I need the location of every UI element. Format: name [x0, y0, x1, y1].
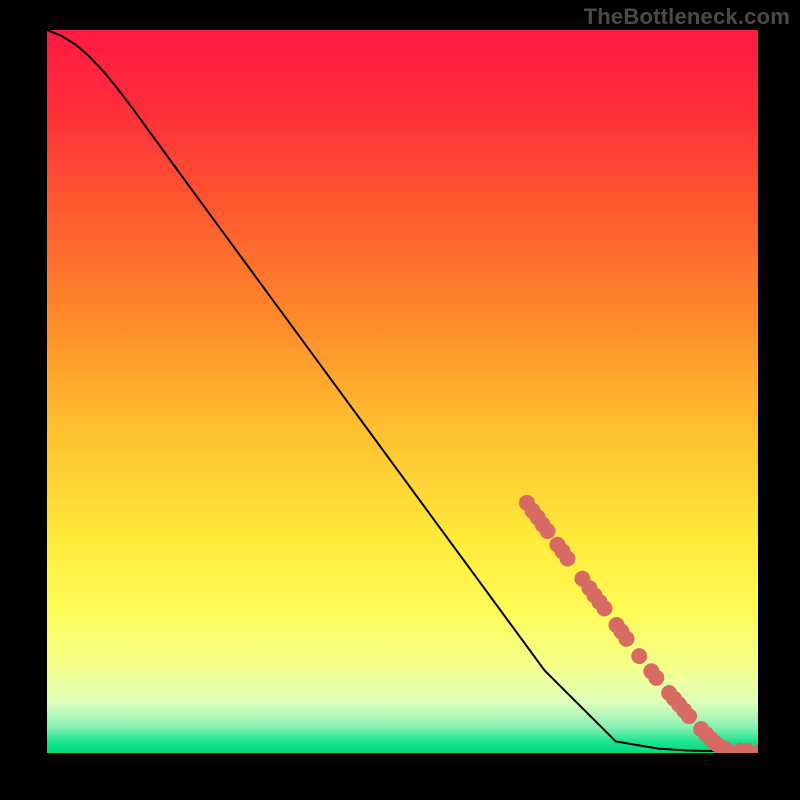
watermark-text: TheBottleneck.com [584, 4, 790, 30]
scatter-point [618, 631, 634, 647]
scatter-point [681, 708, 697, 724]
scatter-point [648, 670, 664, 686]
scatter-point [631, 648, 647, 664]
chart-svg [47, 30, 758, 753]
chart-plot-area [47, 30, 758, 753]
scatter-point [596, 600, 612, 616]
chart-stage: TheBottleneck.com [0, 0, 800, 800]
scatter-point [559, 551, 575, 567]
scatter-point [540, 523, 556, 539]
